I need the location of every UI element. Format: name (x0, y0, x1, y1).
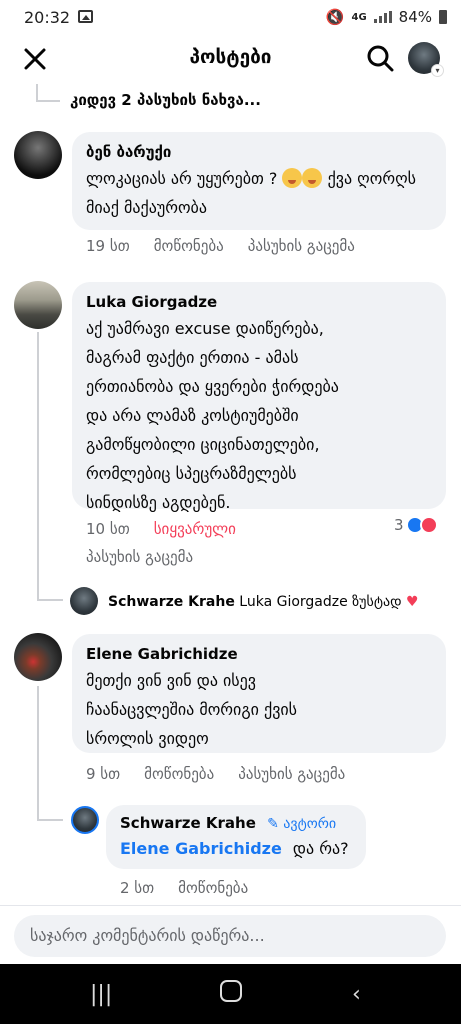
reply-button[interactable]: პასუხის გაცემა (238, 765, 345, 783)
network-label: 4G (351, 11, 367, 23)
battery-percent: 84% (398, 8, 432, 26)
comment-actions: პასუხის გაცემა (86, 548, 193, 566)
top-bar: პოსტები ▾ (0, 34, 461, 84)
recent-apps-icon[interactable]: ||| (90, 982, 112, 1007)
view-more-replies[interactable]: კიდევ 2 პასუხის ნახვა... (70, 91, 261, 109)
gallery-icon (78, 10, 93, 23)
reply-button[interactable]: პასუხის გაცემა (86, 548, 193, 566)
like-button[interactable]: მოწონება (144, 765, 214, 783)
reply-text: Luka Giorgadze ზუსტად (239, 594, 402, 610)
comment-actions: 19 სთ მოწონება პასუხის გაცემა (86, 237, 355, 255)
thread-line (37, 332, 39, 600)
thread-line (36, 100, 60, 102)
author-badge: ✎ ავტორი (267, 816, 337, 832)
heart-reaction-icon (419, 516, 438, 534)
battery-icon (439, 10, 447, 24)
tired-face-emoji-icon (282, 168, 303, 188)
comment-bubble[interactable]: ბენ ბარუქი ლოკაციას არ უყურებთ ? ქვა ღორ… (72, 132, 446, 230)
system-navigation-bar: ||| ‹ (0, 964, 461, 1024)
thread-line (37, 599, 63, 601)
thread-line (37, 819, 63, 821)
comment-text: მეთქი ვინ ვინ და ისევ ჩაანაცვლეშია მორიგ… (86, 671, 298, 748)
comment-bubble[interactable]: Luka Giorgadze აქ უამრავი excuse დაიწერე… (72, 282, 446, 512)
comment-actions: 9 სთ მოწონება პასუხის გაცემა (86, 765, 345, 783)
status-icons: 🔇 4G 84% (326, 8, 447, 26)
mute-icon: 🔇 (325, 8, 345, 26)
love-reaction-button[interactable]: სიყვარული (154, 520, 236, 538)
comment-bubble[interactable]: Schwarze Krahe ✎ ავტორი Elene Gabrichidz… (106, 805, 366, 869)
avatar[interactable] (71, 806, 99, 834)
comment-author[interactable]: Elene Gabrichidze (86, 644, 432, 664)
reaction-summary[interactable]: 3 (394, 516, 442, 534)
reaction-count: 3 (394, 516, 404, 534)
comment-bubble[interactable]: Elene Gabrichidze მეთქი ვინ ვინ და ისევ … (72, 634, 446, 753)
search-icon[interactable] (366, 44, 394, 72)
divider (0, 905, 461, 906)
avatar[interactable] (70, 587, 98, 615)
comment-author[interactable]: Luka Giorgadze (86, 292, 432, 312)
like-button[interactable]: მოწონება (178, 879, 248, 897)
comment-actions: 10 სთ სიყვარული (86, 520, 236, 538)
tired-face-emoji-icon (302, 168, 323, 188)
home-icon[interactable] (220, 980, 242, 1002)
mention-link[interactable]: Elene Gabrichidze (120, 839, 282, 858)
comment-text: აქ უამრავი excuse დაიწერება, მაგრამ ფაქტ… (86, 319, 339, 512)
signal-icon (373, 11, 392, 23)
like-button[interactable]: მოწონება (154, 237, 224, 255)
comment-text: Elene Gabrichidze და რა? (120, 839, 349, 858)
comment-time: 2 სთ (120, 879, 155, 897)
comment-author[interactable]: ბენ ბარუქი (86, 142, 432, 162)
comment-time: 9 სთ (86, 765, 121, 783)
comment-time: 10 სთ (86, 520, 130, 538)
avatar[interactable] (14, 633, 62, 681)
comment-author: Schwarze Krahe ✎ ავტორი (120, 814, 337, 832)
back-icon[interactable]: ‹ (352, 982, 361, 1007)
avatar[interactable] (14, 281, 62, 329)
profile-avatar[interactable]: ▾ (408, 42, 444, 77)
reply-author: Schwarze Krahe (108, 594, 235, 610)
thread-line (37, 686, 39, 820)
reply-button[interactable]: პასუხის გაცემა (248, 237, 355, 255)
heart-emoji-icon: ♥ (406, 594, 419, 610)
clock: 20:32 (24, 8, 71, 27)
comment-time: 19 სთ (86, 237, 130, 255)
reply-preview[interactable]: Schwarze Krahe Luka Giorgadze ზუსტად ♥ (108, 594, 419, 610)
comment-actions: 2 სთ მოწონება (120, 879, 248, 897)
comment-text: ლოკაციას არ უყურებთ ? ქვა ღორღს მიაქ მაქ… (86, 168, 417, 217)
avatar[interactable] (14, 131, 62, 179)
status-bar: 20:32 🔇 4G 84% (0, 0, 461, 34)
chevron-down-icon: ▾ (431, 64, 444, 77)
comment-input[interactable]: საჯარო კომენტარის დაწერა... (14, 915, 446, 957)
